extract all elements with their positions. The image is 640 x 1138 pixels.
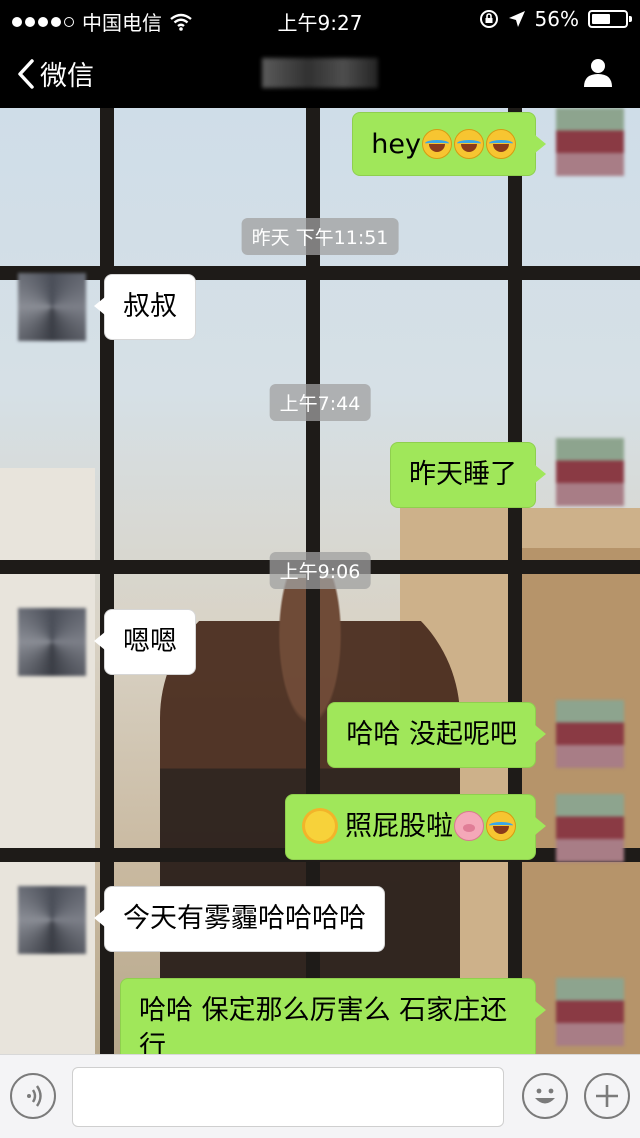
timestamp: 昨天 下午11:51 [241, 218, 399, 255]
laughing-tears-emoji-icon [422, 128, 452, 159]
laughing-tears-emoji-icon [486, 128, 516, 159]
message-bubble-outgoing[interactable]: 照屁股啦 [285, 794, 546, 860]
voice-button[interactable] [10, 1073, 56, 1119]
plus-icon [596, 1085, 618, 1107]
message-bubble-outgoing[interactable]: 昨天睡了 [390, 442, 546, 508]
input-bar [0, 1054, 640, 1138]
contact-avatar[interactable] [18, 886, 86, 954]
timestamp: 上午7:44 [269, 384, 371, 421]
profile-icon[interactable] [582, 56, 614, 88]
contact-name-blurred [262, 58, 378, 88]
chat-area[interactable]: hey 昨天 下午11:51 叔叔 上午7:44 昨天睡了 上午9:06 嗯嗯 … [0, 108, 640, 1054]
my-avatar[interactable] [556, 700, 624, 768]
contact-avatar[interactable] [18, 273, 86, 341]
sun-emoji-icon [305, 810, 336, 841]
message-bubble-outgoing[interactable]: hey [352, 112, 546, 176]
contact-avatar[interactable] [18, 608, 86, 676]
rotation-lock-icon [479, 10, 498, 28]
location-arrow-icon [508, 11, 525, 27]
laughing-tears-emoji-icon [454, 128, 484, 159]
my-avatar[interactable] [556, 108, 624, 176]
message-bubble-outgoing[interactable]: 哈哈 保定那么厉害么 石家庄还行 [120, 978, 546, 1054]
my-avatar[interactable] [556, 978, 624, 1046]
status-bar: 中国电信 上午9:27 56% [0, 0, 640, 40]
back-button[interactable]: 微信 [16, 54, 94, 93]
message-bubble-incoming[interactable]: 今天有雾霾哈哈哈哈 [94, 886, 385, 952]
chevron-left-icon [18, 58, 34, 89]
back-label: 微信 [40, 61, 94, 92]
pig-emoji-icon [454, 810, 484, 841]
emoji-icon [535, 1088, 555, 1104]
message-input[interactable] [72, 1067, 504, 1127]
battery-percent: 56% [534, 7, 579, 31]
chat-header: 微信 [0, 40, 640, 108]
message-bubble-outgoing[interactable]: 哈哈 没起呢吧 [327, 702, 546, 768]
laughing-tears-emoji-icon [486, 810, 516, 841]
my-avatar[interactable] [556, 794, 624, 862]
battery-icon [588, 10, 632, 28]
my-avatar[interactable] [556, 438, 624, 506]
more-button[interactable] [584, 1073, 630, 1119]
timestamp: 上午9:06 [269, 552, 371, 589]
emoji-button[interactable] [522, 1073, 568, 1119]
voice-icon [27, 1085, 42, 1107]
message-bubble-incoming[interactable]: 嗯嗯 [94, 609, 196, 675]
message-bubble-incoming[interactable]: 叔叔 [94, 274, 196, 340]
